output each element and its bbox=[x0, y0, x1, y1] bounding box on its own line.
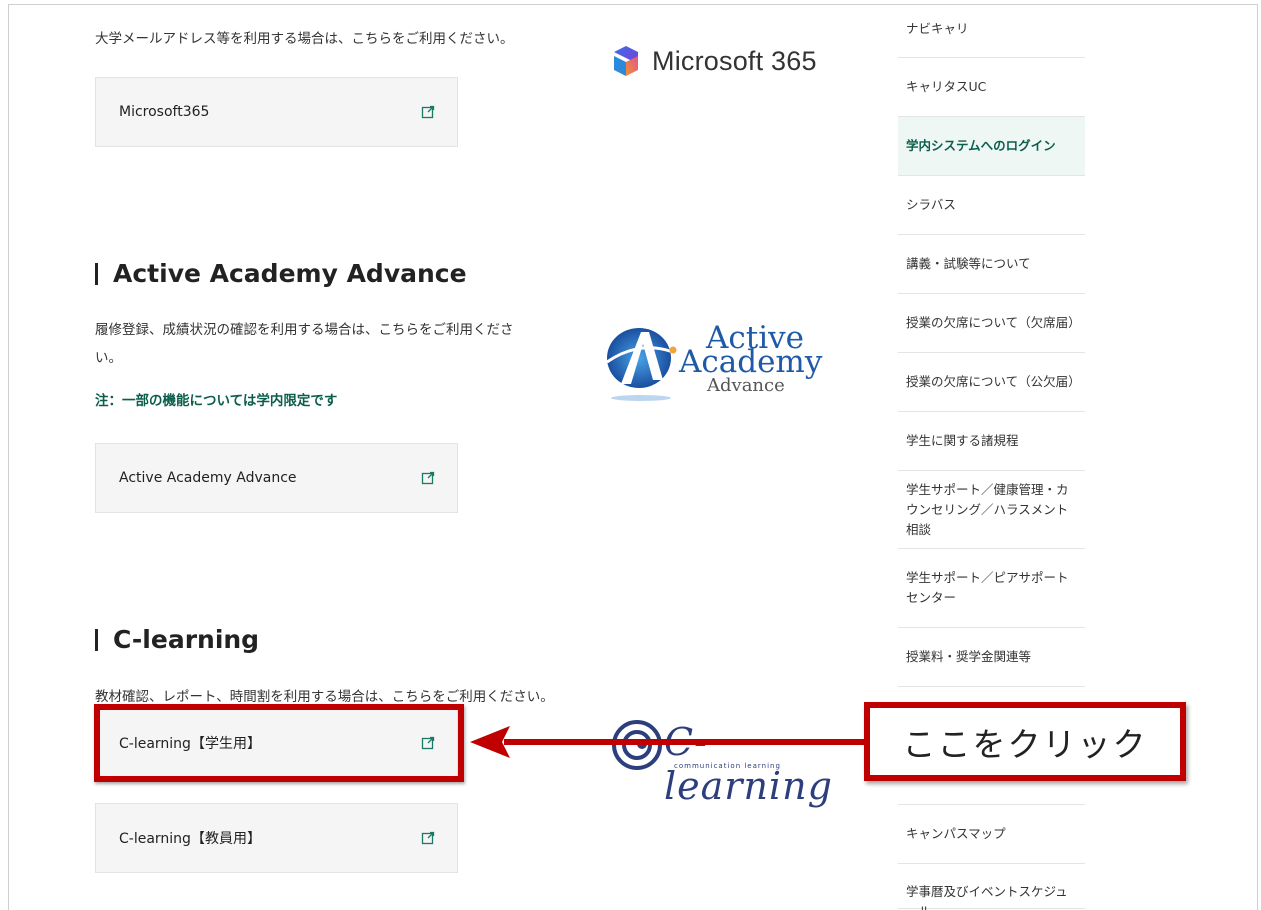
sidebar-item-system-login[interactable]: 学内システムへのログイン bbox=[898, 117, 1085, 176]
external-link-icon bbox=[421, 471, 435, 485]
active-academy-note: 注：一部の機能については学内限定です bbox=[95, 393, 338, 409]
sidebar-item-navicareer[interactable]: ナビキャリ bbox=[898, 0, 1085, 58]
active-academy-logo-text-3: Advance bbox=[707, 375, 785, 396]
arrow-indicator bbox=[470, 726, 866, 758]
sidebar-item-tuition-scholarship[interactable]: 授業料・奨学金関連等 bbox=[898, 628, 1085, 687]
microsoft365-link-label: Microsoft365 bbox=[119, 104, 210, 120]
active-academy-description-line2: い。 bbox=[95, 350, 122, 366]
sidebar-item-regulations[interactable]: 学生に関する諸規程 bbox=[898, 412, 1085, 471]
active-academy-link-label: Active Academy Advance bbox=[119, 470, 297, 486]
microsoft365-logo-text: Microsoft 365 bbox=[652, 45, 817, 76]
microsoft365-description: 大学メールアドレス等を利用する場合は、こちらをご利用ください。 bbox=[95, 31, 514, 47]
active-academy-link[interactable]: Active Academy Advance bbox=[95, 443, 458, 513]
click-here-callout: ここをクリック bbox=[864, 702, 1186, 781]
microsoft365-logo-icon bbox=[614, 46, 638, 76]
active-academy-description-line1: 履修登録、成績状況の確認を利用する場合は、こちらをご利用くださ bbox=[95, 322, 514, 338]
sidebar-item-peer-support[interactable]: 学生サポート／ピアサポートセンター bbox=[898, 549, 1085, 628]
sidebar-item-academic-calendar[interactable]: 学事暦及びイベントスケジュール bbox=[898, 864, 1085, 910]
external-link-icon bbox=[421, 831, 435, 845]
sidebar-item-student-support-health[interactable]: 学生サポート／健康管理・カウンセリング／ハラスメント相談 bbox=[898, 471, 1085, 549]
sidebar-item-syllabus[interactable]: シラバス bbox=[898, 176, 1085, 235]
section-title-active-academy: Active Academy Advance bbox=[95, 259, 467, 289]
sidebar-item-official-absence[interactable]: 授業の欠席について（公欠届） bbox=[898, 353, 1085, 412]
sidebar-item-lectures-exams[interactable]: 講義・試験等について bbox=[898, 235, 1085, 294]
external-link-icon bbox=[421, 105, 435, 119]
active-academy-logo-emblem bbox=[606, 328, 677, 401]
sidebar-item-campus-map[interactable]: キャンパスマップ bbox=[898, 805, 1085, 864]
microsoft365-logo: Microsoft 365 bbox=[608, 44, 817, 78]
highlight-box bbox=[94, 704, 464, 782]
c-learning-logo-subtext: communication learning bbox=[674, 762, 781, 770]
c-learning-teacher-link[interactable]: C-learning【教員用】 bbox=[95, 803, 458, 873]
sidebar-item-caritas[interactable]: キャリタスUC bbox=[898, 58, 1085, 117]
section-title-c-learning: C-learning bbox=[95, 625, 259, 655]
microsoft365-link[interactable]: Microsoft365 bbox=[95, 77, 458, 147]
sidebar-item-absence-notice[interactable]: 授業の欠席について（欠席届） bbox=[898, 294, 1085, 353]
active-academy-logo: Active Academy Advance bbox=[603, 318, 823, 408]
c-learning-teacher-link-label: C-learning【教員用】 bbox=[119, 831, 261, 847]
